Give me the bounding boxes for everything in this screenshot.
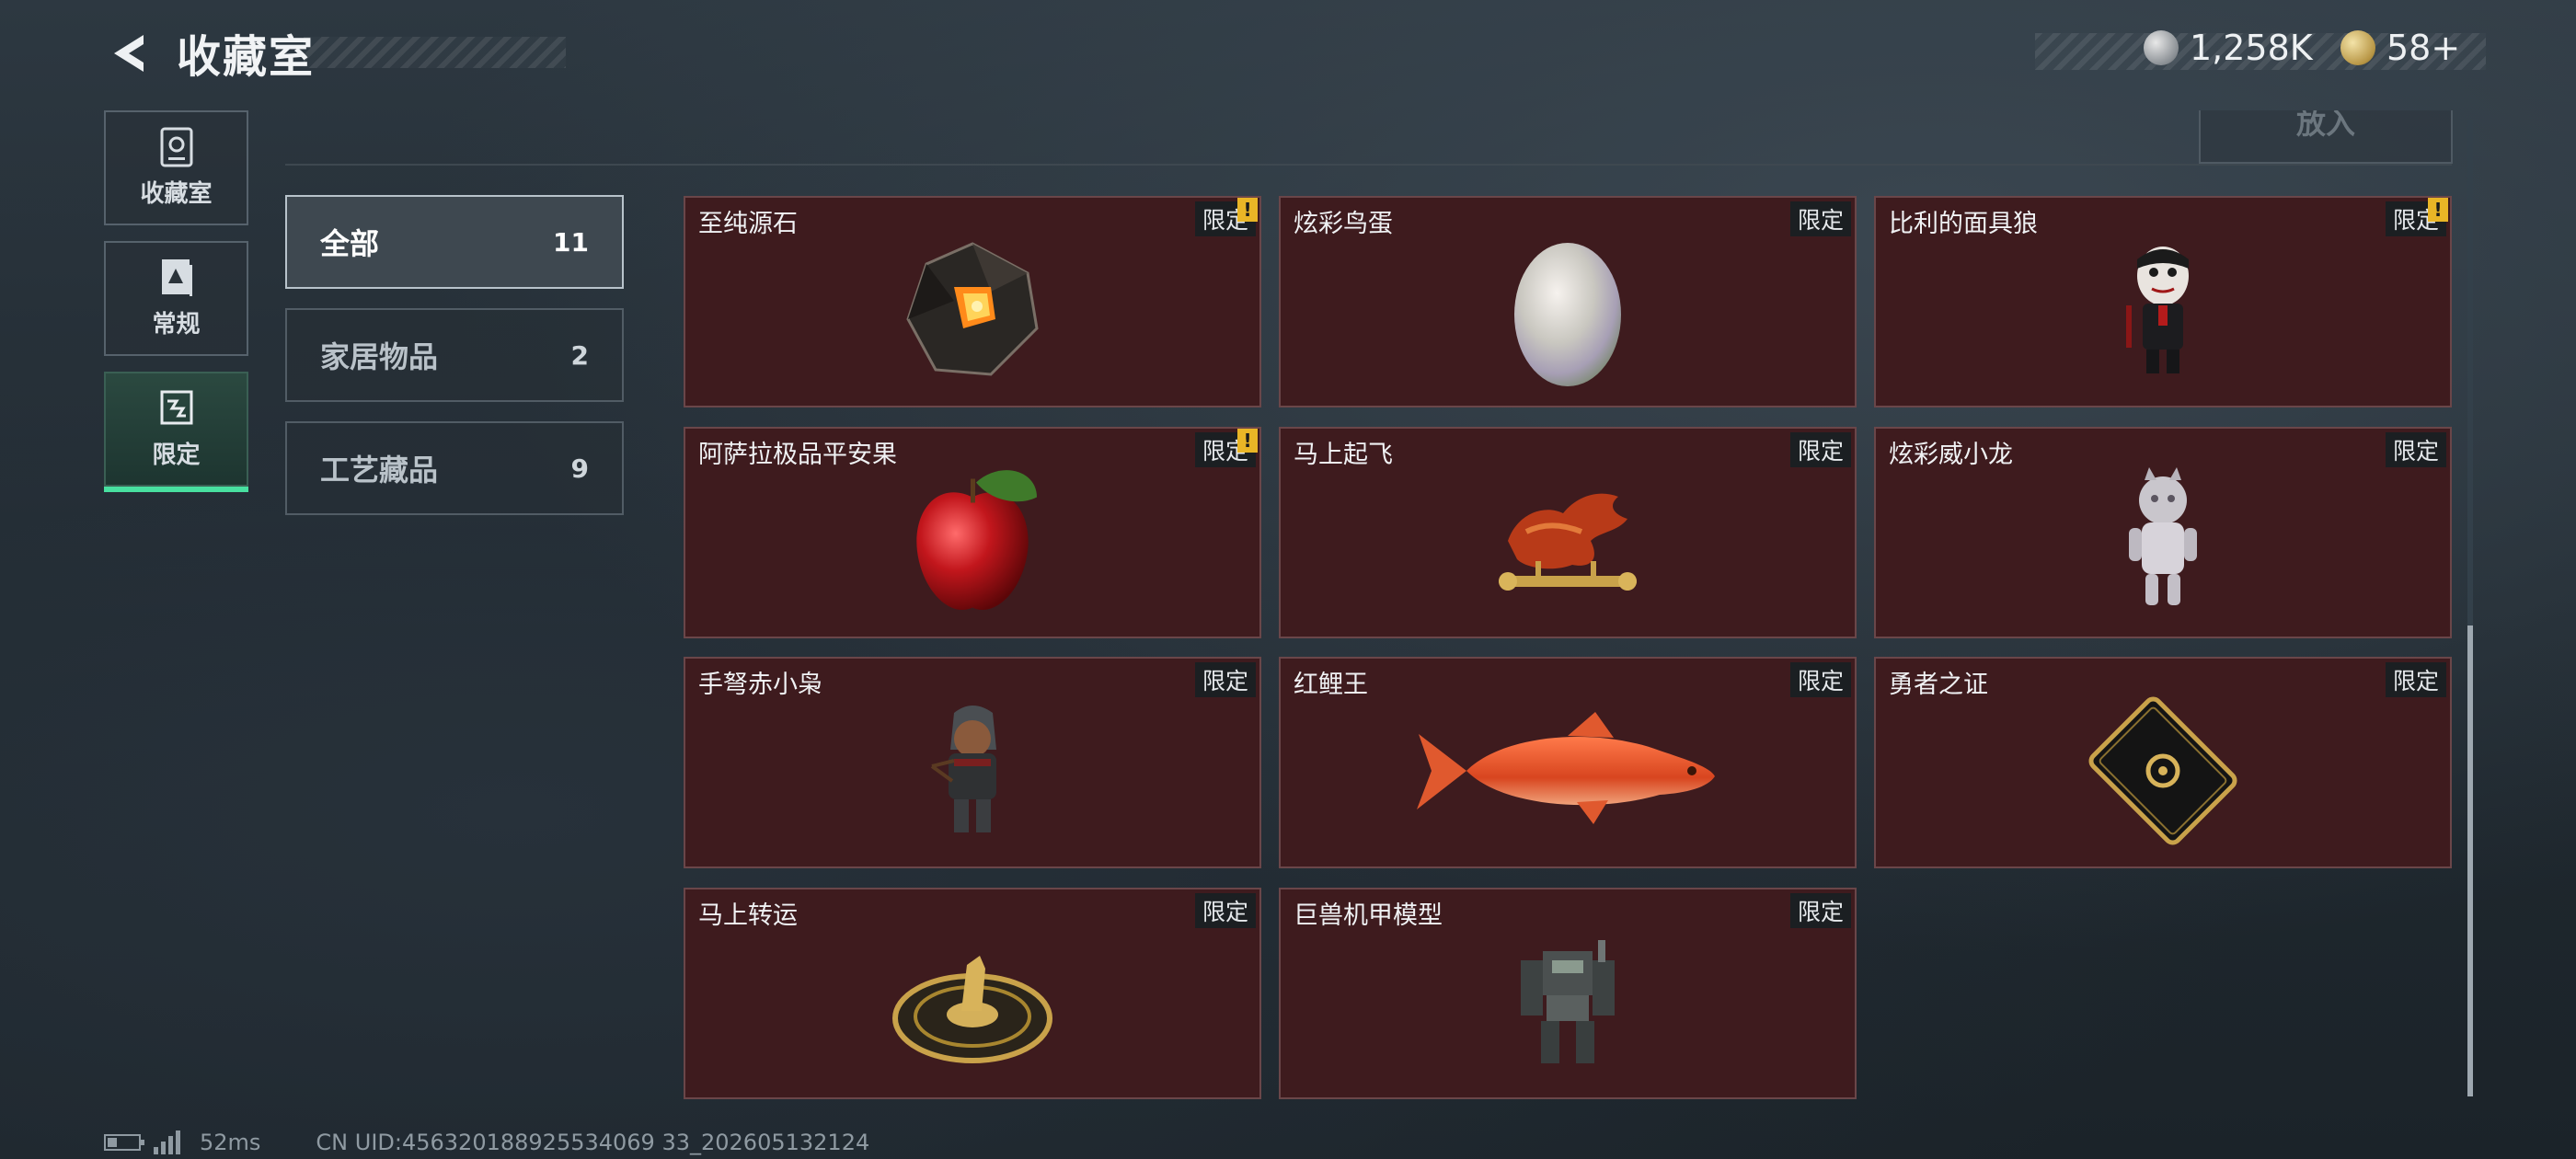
- nav-item-label: 收藏室: [140, 180, 213, 208]
- collection-icon: [160, 127, 192, 167]
- currency-gold-value: 58+: [2386, 28, 2461, 68]
- limited-tag: 限定: [2385, 432, 2446, 467]
- put-in-button[interactable]: 放入: [2199, 110, 2453, 164]
- mech-icon: [1521, 940, 1615, 1064]
- nav-item-collection[interactable]: 收藏室: [104, 110, 248, 225]
- puppet-icon: [2126, 247, 2189, 374]
- nav-item-regular[interactable]: 常规: [104, 241, 248, 356]
- ping-text: 52ms: [200, 1130, 261, 1155]
- alert-icon: !: [1237, 198, 1258, 222]
- category-count: 9: [570, 453, 589, 484]
- stone-icon: [906, 242, 1039, 376]
- item-card[interactable]: 至纯源石 限定 !: [684, 196, 1261, 407]
- page-title: 收藏室: [177, 31, 316, 83]
- item-name: 炫彩威小龙: [1889, 441, 2013, 469]
- silver-coin-icon: [2144, 30, 2179, 65]
- category-label: 工艺藏品: [320, 453, 439, 488]
- item-card[interactable]: 比利的面具狼 限定 !: [1874, 196, 2452, 407]
- item-name: 阿萨拉极品平安果: [698, 441, 897, 469]
- category-label: 家居物品: [320, 339, 439, 374]
- uid-text: CN UID:456320188925534069 33_20260513212…: [316, 1130, 870, 1155]
- horse-disc-icon: [892, 956, 1052, 1064]
- limited-tag: 限定: [1194, 662, 1256, 697]
- apple-icon: [916, 470, 1037, 611]
- back-button[interactable]: [103, 28, 155, 79]
- carp-icon: [1417, 712, 1715, 825]
- gold-coin-icon: [2340, 30, 2375, 65]
- item-name: 马上转运: [698, 901, 798, 930]
- battery-icon: [104, 1134, 144, 1151]
- item-card[interactable]: 炫彩威小龙 限定: [1874, 427, 2452, 638]
- item-card[interactable]: 勇者之证 限定: [1874, 657, 2452, 868]
- item-name: 红鲤王: [1294, 671, 1368, 699]
- limited-tag: 限定: [1789, 662, 1851, 697]
- card-icon: [2088, 696, 2237, 845]
- document-icon: [161, 259, 192, 296]
- item-card[interactable]: 炫彩鸟蛋 限定: [1279, 196, 1857, 407]
- status-footer: 52ms CN UID:456320188925534069 33_202605…: [104, 1130, 869, 1155]
- nav-item-label: 限定: [152, 442, 201, 469]
- item-name: 手弩赤小枭: [698, 671, 822, 699]
- category-count: 2: [570, 339, 589, 371]
- currency-silver[interactable]: 1,258K: [2144, 28, 2313, 68]
- currency-silver-value: 1,258K: [2190, 28, 2313, 68]
- item-card[interactable]: 马上起飞 限定: [1279, 427, 1857, 638]
- limited-tag: 限定: [2385, 662, 2446, 697]
- item-name: 比利的面具狼: [1889, 210, 2038, 238]
- item-name: 至纯源石: [698, 210, 798, 238]
- limited-tag: 限定: [1789, 893, 1851, 928]
- dragon-figure-icon: [2129, 467, 2197, 606]
- alert-icon: !: [2428, 198, 2448, 222]
- category-craft[interactable]: 工艺藏品 9: [285, 421, 624, 515]
- item-name: 勇者之证: [1889, 671, 1988, 699]
- item-name: 巨兽机甲模型: [1294, 901, 1443, 930]
- item-card[interactable]: 阿萨拉极品平安果 限定 !: [684, 427, 1261, 638]
- item-card[interactable]: 马上转运 限定: [684, 888, 1261, 1099]
- nav-item-label: 常规: [152, 311, 201, 339]
- scrollbar-thumb[interactable]: [2467, 625, 2473, 1096]
- archer-figure-icon: [930, 706, 996, 833]
- category-all[interactable]: 全部 11: [285, 195, 624, 289]
- category-count: 11: [553, 226, 589, 258]
- signal-icon: [154, 1130, 183, 1154]
- item-card[interactable]: 手弩赤小枭 限定: [684, 657, 1261, 868]
- limited-icon: [160, 390, 192, 425]
- egg-icon: [1514, 243, 1621, 387]
- nav-item-limited[interactable]: 限定: [104, 372, 248, 492]
- back-arrow-icon: [114, 35, 144, 72]
- alert-icon: !: [1237, 429, 1258, 453]
- category-home[interactable]: 家居物品 2: [285, 308, 624, 402]
- item-name: 炫彩鸟蛋: [1294, 210, 1393, 238]
- limited-tag: 限定: [1789, 201, 1851, 236]
- item-name: 马上起飞: [1294, 441, 1393, 469]
- divider: [285, 164, 2452, 166]
- item-card[interactable]: 红鲤王 限定: [1279, 657, 1857, 868]
- item-card[interactable]: 巨兽机甲模型 限定: [1279, 888, 1857, 1099]
- horse-icon: [1499, 493, 1637, 591]
- currency-gold[interactable]: 58+: [2340, 28, 2460, 68]
- title-stripe: [304, 37, 566, 68]
- put-in-label: 放入: [2295, 110, 2355, 141]
- category-label: 全部: [320, 226, 380, 261]
- limited-tag: 限定: [1789, 432, 1851, 467]
- limited-tag: 限定: [1194, 893, 1256, 928]
